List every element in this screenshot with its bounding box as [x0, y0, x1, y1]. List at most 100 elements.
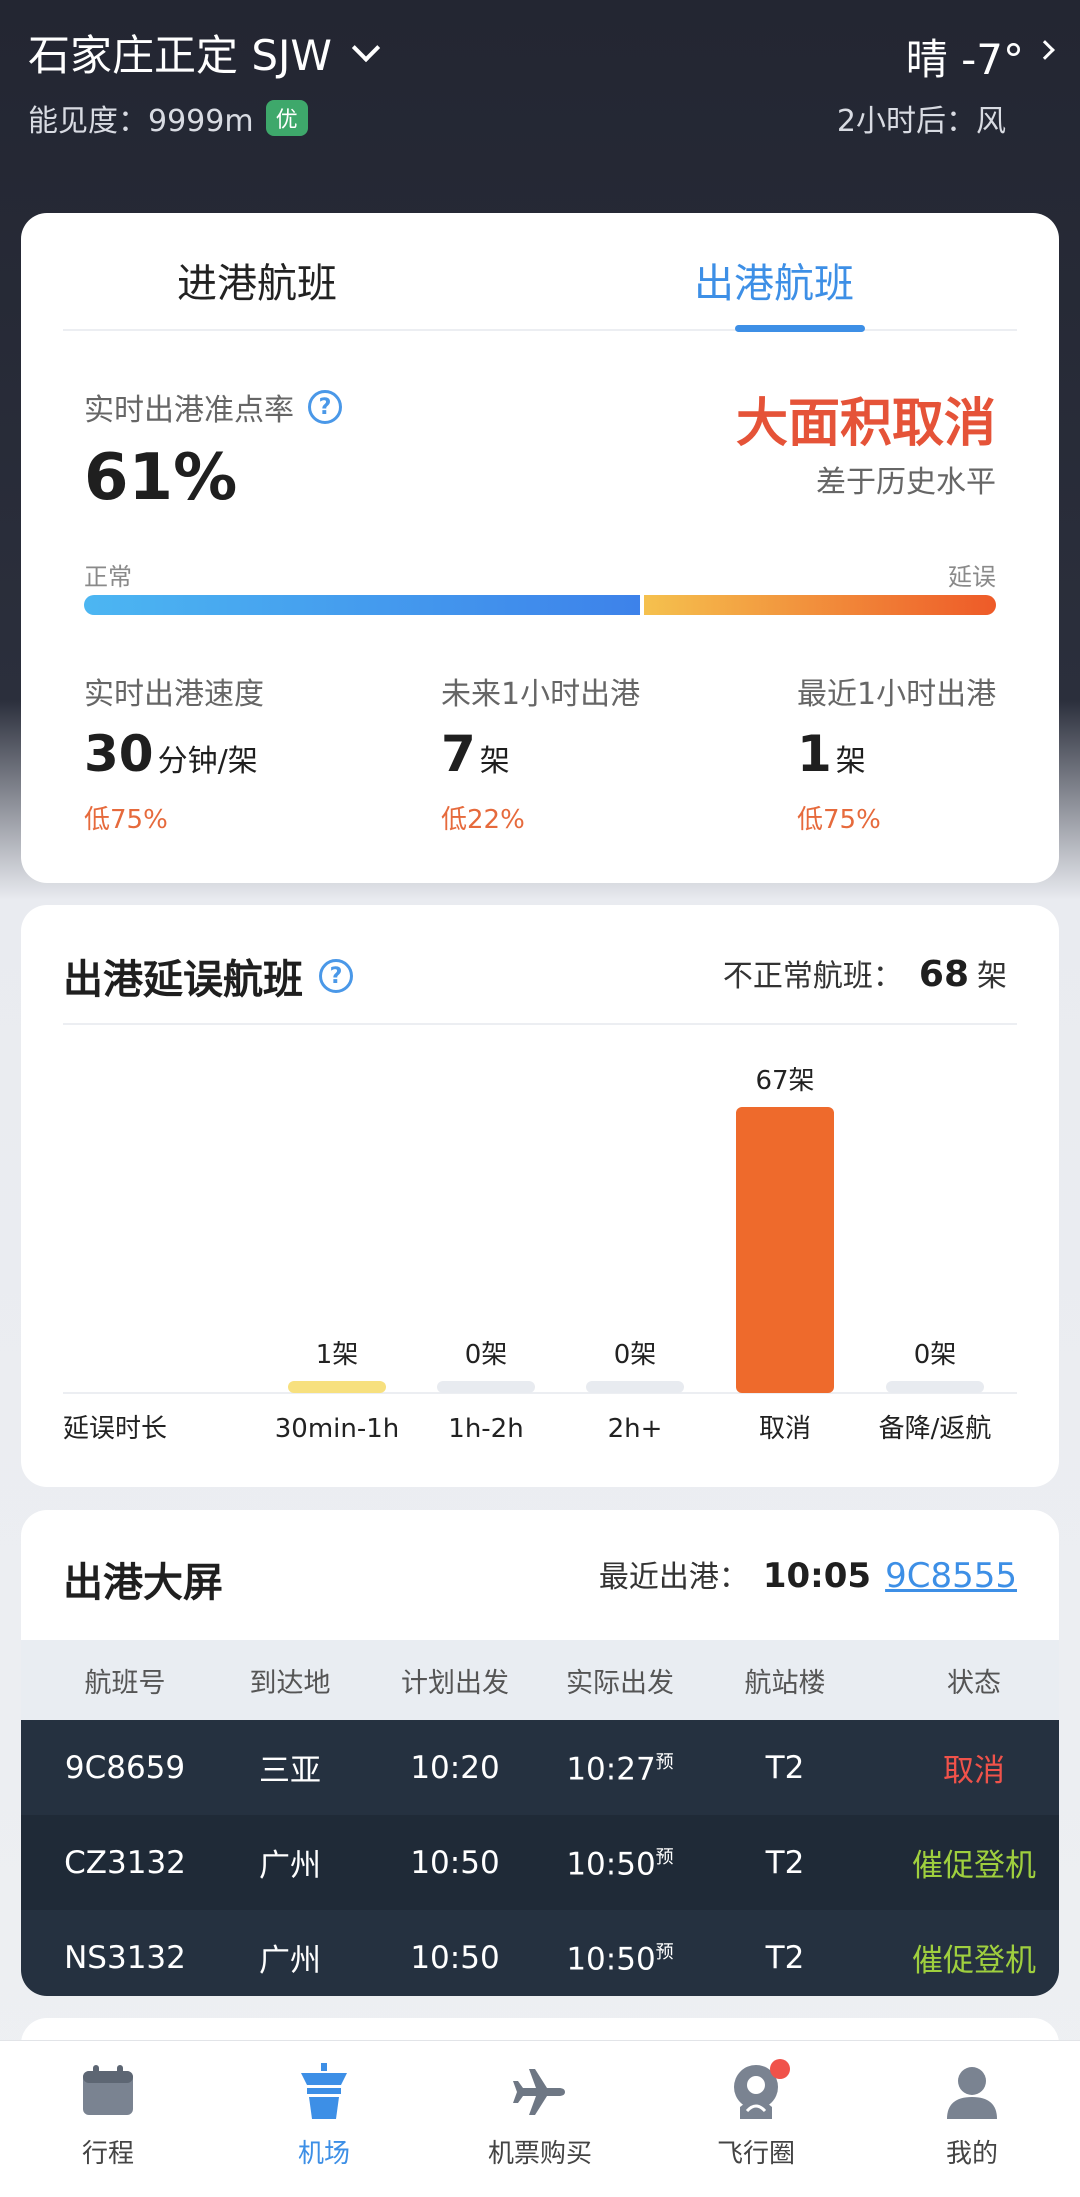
- board-title: 出港大屏: [63, 1560, 223, 1606]
- nav-item-community[interactable]: 飞行圈: [648, 2041, 864, 2197]
- planned-time: 10:50: [410, 1844, 500, 1881]
- notification-dot: [770, 2059, 790, 2079]
- category-label: 取消: [759, 1414, 811, 1444]
- recent-departure: 最近出港： 10:05 9C8555: [599, 1552, 1017, 1596]
- stat-label: 最近1小时出港: [797, 677, 997, 712]
- weather-link[interactable]: 晴 -7°: [906, 26, 1055, 87]
- chevron-down-icon: [351, 33, 381, 62]
- stat-diff: 低75%: [797, 805, 881, 835]
- bar-value-label: 0架: [614, 1340, 657, 1370]
- punctuality-label-text: 实时出港准点率: [84, 393, 294, 428]
- tab-divider: [63, 329, 1017, 331]
- terminal: T2: [765, 1939, 805, 1976]
- punctuality-compare: 差于历史水平: [816, 465, 996, 500]
- flight-status: 催促登机: [912, 1848, 1036, 1884]
- stat-unit: 架: [479, 744, 510, 779]
- chart-bar: [288, 1381, 386, 1393]
- destination: 三亚: [259, 1753, 321, 1789]
- punctuality-card: 进港航班 出港航班 实时出港准点率 ? 61% 大面积取消 差于历史水平 正常 …: [21, 213, 1059, 883]
- column-header: 航站楼: [744, 1667, 826, 1699]
- stat-number: 1: [797, 725, 832, 783]
- stat-next-hour: 未来1小时出港 7架 低22%: [441, 669, 640, 836]
- stat-unit: 分钟/架: [157, 744, 258, 779]
- actual-time-value: 10:50: [566, 1941, 656, 1978]
- actual-time: 10:50预: [559, 1843, 681, 1882]
- flight-status: 催促登机: [912, 1943, 1036, 1979]
- visibility-info: 能见度：9999m 优: [28, 96, 308, 140]
- terminal: T2: [765, 1749, 805, 1786]
- stat-diff: 低22%: [441, 805, 525, 835]
- column-header: 到达地: [249, 1667, 331, 1699]
- category-label: 备降/返航: [879, 1414, 992, 1444]
- stat-label: 未来1小时出港: [441, 677, 641, 712]
- terminal: T2: [765, 1844, 805, 1881]
- column-header: 航班号: [84, 1667, 166, 1699]
- estimate-tag: 预: [655, 1751, 674, 1773]
- actual-time-value: 10:50: [566, 1846, 656, 1883]
- airport-name: 石家庄正定 SJW: [28, 31, 332, 80]
- flight-number: 9C8659: [64, 1749, 186, 1786]
- stat-number: 30: [84, 725, 154, 783]
- nav-item-itinerary[interactable]: 行程: [0, 2041, 216, 2197]
- table-row[interactable]: NS3132 广州 10:50 10:50预 T2 催促登机: [21, 1910, 1059, 1996]
- actual-time: 10:27预: [559, 1748, 681, 1787]
- nav-item-tickets[interactable]: 机票购买: [432, 2041, 648, 2197]
- table-row[interactable]: CZ3132 广州 10:50 10:50预 T2 催促登机: [21, 1815, 1059, 1910]
- bar-value-label: 1架: [316, 1340, 359, 1370]
- stat-departure-speed: 实时出港速度 30 分钟/架 低75%: [84, 669, 264, 836]
- stat-label: 实时出港速度: [84, 677, 264, 712]
- column-header: 状态: [947, 1667, 1001, 1699]
- nav-item-profile[interactable]: 我的: [864, 2041, 1080, 2197]
- destination: 广州: [259, 1848, 321, 1884]
- help-icon[interactable]: ?: [308, 390, 342, 424]
- punctuality-bar: [84, 595, 996, 615]
- tab-departure[interactable]: 出港航班: [694, 251, 854, 309]
- chart-bar: [437, 1381, 535, 1393]
- stat-diff: 低75%: [84, 805, 168, 835]
- airport-selector[interactable]: 石家庄正定 SJW: [28, 22, 381, 83]
- table-row[interactable]: 9C8659 三亚 10:20 10:27预 T2 取消: [21, 1720, 1059, 1815]
- planned-time: 10:50: [410, 1939, 500, 1976]
- actual-time: 10:50预: [559, 1938, 681, 1977]
- bottom-nav: 行程 机场 机票购买 飞行圈 我的: [0, 2040, 1080, 2197]
- nav-label: 机场: [297, 2139, 350, 2169]
- delay-bar-chart: 延误时长 1架 30min-1h 0架 1h-2h 0架 2h+ 67架取消 0架备降/返航: [63, 1066, 1017, 1444]
- stat-number: 7: [441, 725, 476, 783]
- flight-number: CZ3132: [64, 1844, 186, 1881]
- punctuality-bar-delay: [644, 595, 996, 615]
- punctuality-label: 实时出港准点率 ?: [84, 385, 342, 429]
- bar-value-label: 67架: [755, 1066, 814, 1096]
- category-label: 1h-2h: [448, 1414, 523, 1444]
- nav-item-airport[interactable]: 机场: [216, 2041, 432, 2197]
- category-label: 30min-1h: [275, 1414, 400, 1444]
- departure-board-card: 出港大屏 最近出港： 10:05 9C8555 航班号 到达地 计划出发 实际出…: [21, 1510, 1059, 1996]
- destination: 广州: [259, 1943, 321, 1979]
- normal-label: 正常: [84, 563, 132, 591]
- tab-active-indicator: [735, 325, 865, 332]
- actual-time-value: 10:27: [566, 1751, 656, 1788]
- recent-flight-link[interactable]: 9C8555: [885, 1556, 1017, 1596]
- bar-value-label: 0架: [914, 1340, 957, 1370]
- chevron-right-icon: [1035, 39, 1055, 60]
- chart-bar: [886, 1381, 984, 1393]
- tab-arrival[interactable]: 进港航班: [177, 251, 337, 309]
- chart-bar: [736, 1107, 834, 1393]
- control-tower-icon: [301, 2063, 347, 2119]
- estimate-tag: 预: [655, 1941, 674, 1963]
- delay-label: 延误: [948, 563, 996, 591]
- flight-status: 取消: [943, 1753, 1005, 1789]
- airplane-icon: [513, 2069, 565, 2115]
- category-label: 2h+: [608, 1414, 663, 1444]
- departure-board: 航班号 到达地 计划出发 实际出发 航站楼 状态 9C8659 三亚 10:20…: [21, 1640, 1059, 1996]
- column-header: 计划出发: [401, 1667, 509, 1699]
- bar-value-label: 0架: [465, 1340, 508, 1370]
- visibility-badge: 优: [265, 100, 308, 136]
- delay-chart-card: 出港延误航班 ? 不正常航班： 68 架 延误时长 1架 30min-1h 0架 1h-…: [21, 905, 1059, 1487]
- punctuality-value: 61%: [84, 441, 238, 515]
- profile-icon: [947, 2067, 997, 2119]
- planned-time: 10:20: [410, 1749, 500, 1786]
- estimate-tag: 预: [655, 1846, 674, 1868]
- calendar-icon: [83, 2065, 133, 2115]
- stat-last-hour: 最近1小时出港 1架 低75%: [797, 669, 996, 836]
- x-axis-label: 延误时长: [63, 1414, 167, 1444]
